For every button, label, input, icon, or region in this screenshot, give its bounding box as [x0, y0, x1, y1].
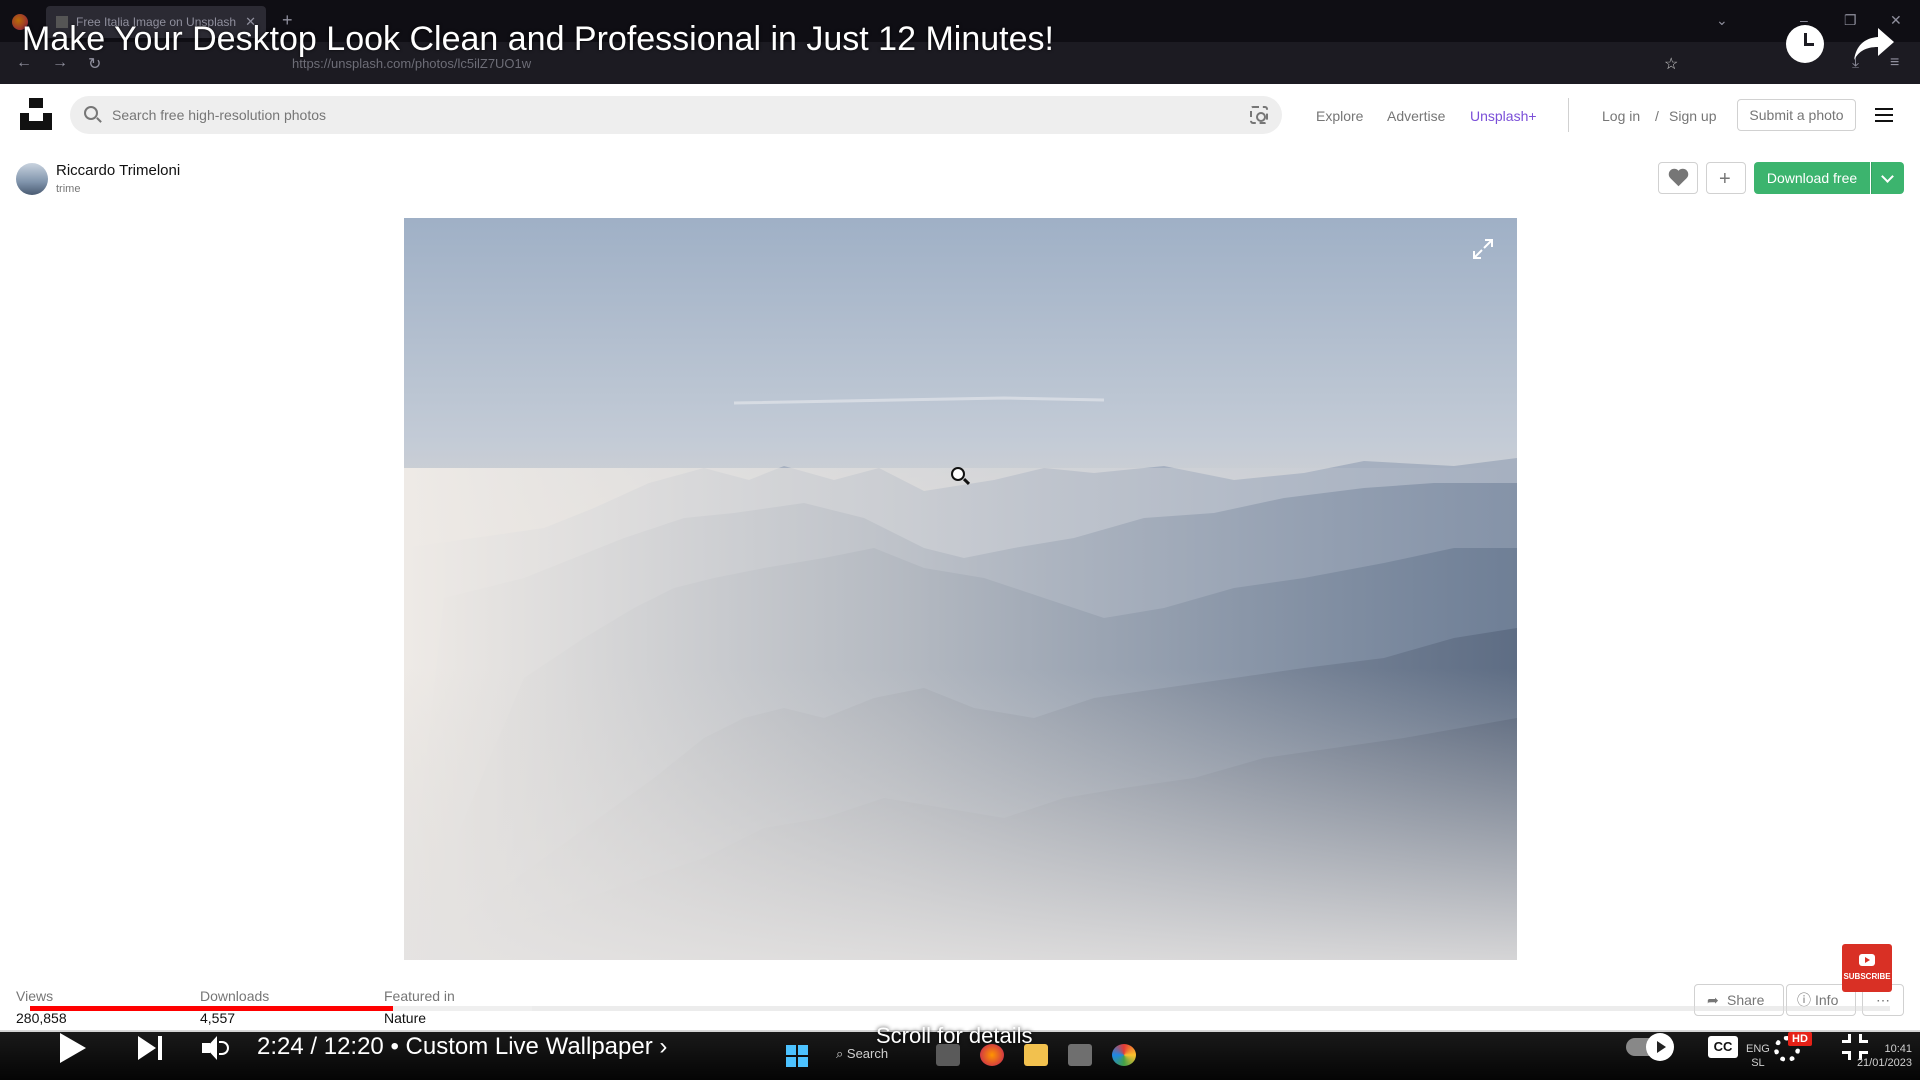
captions-button[interactable]: CC	[1708, 1036, 1738, 1058]
signup-link[interactable]: Sign up	[1669, 108, 1716, 124]
hd-badge: HD	[1788, 1032, 1812, 1046]
visual-search-icon[interactable]	[1250, 106, 1268, 124]
video-title[interactable]: Make Your Desktop Look Clean and Profess…	[22, 20, 1054, 59]
search-input[interactable]	[112, 96, 1212, 134]
volume-icon[interactable]	[202, 1036, 232, 1060]
search-icon	[84, 106, 98, 120]
progress-played	[30, 1006, 393, 1011]
expand-icon[interactable]	[1472, 238, 1494, 260]
system-clock[interactable]: 10:41 21/01/2023	[1852, 1042, 1912, 1070]
next-video-icon[interactable]	[138, 1036, 164, 1060]
hamburger-menu-icon[interactable]	[1875, 108, 1893, 122]
firefox-taskbar-icon[interactable]	[980, 1044, 1004, 1066]
divider	[1568, 98, 1569, 132]
lang-top: ENG	[1746, 1043, 1770, 1055]
search-bar	[70, 96, 1282, 134]
author-handle[interactable]: trime	[56, 183, 80, 195]
nav-advertise[interactable]: Advertise	[1387, 108, 1445, 124]
tab-list-chevron-icon[interactable]: ⌄	[1716, 12, 1728, 29]
download-button[interactable]: Download free	[1754, 162, 1870, 194]
heart-icon	[1670, 170, 1687, 187]
task-view-icon[interactable]	[936, 1044, 960, 1066]
store-icon[interactable]	[1068, 1044, 1092, 1066]
nav-unsplash-plus[interactable]: Unsplash+	[1470, 108, 1537, 124]
downloads-value: 4,557	[200, 1010, 236, 1026]
like-button[interactable]	[1658, 162, 1698, 194]
subscribe-badge[interactable]: SUBSCRIBE	[1842, 944, 1892, 992]
autoplay-toggle[interactable]	[1626, 1033, 1674, 1061]
plus-icon: +	[1719, 168, 1731, 190]
download-options-chevron-icon[interactable]	[1871, 162, 1904, 194]
add-to-collection-button[interactable]: +	[1706, 162, 1746, 194]
unsplash-logo-icon[interactable]	[20, 98, 52, 130]
windows-start-icon[interactable]	[786, 1045, 808, 1067]
youtube-play-icon	[1859, 954, 1875, 966]
share-arrow-icon[interactable]	[1852, 24, 1896, 64]
featured-value[interactable]: Nature	[384, 1010, 426, 1026]
play-button-icon[interactable]	[60, 1033, 86, 1063]
color-app-icon[interactable]	[1112, 1044, 1136, 1066]
subscribe-label: SUBSCRIBE	[1843, 972, 1891, 981]
submit-photo-button[interactable]: Submit a photo	[1737, 99, 1856, 131]
time-display[interactable]: 2:24 / 12:20 • Custom Live Wallpaper ›	[257, 1033, 667, 1061]
featured-label: Featured in	[384, 988, 455, 1004]
avatar[interactable]	[16, 163, 48, 195]
unsplash-header: Explore Advertise Unsplash+ Log in / Sig…	[0, 84, 1920, 148]
file-explorer-icon[interactable]	[1024, 1044, 1048, 1066]
zoom-cursor-icon	[951, 467, 965, 481]
keyboard-language[interactable]: ENG SL	[1746, 1042, 1770, 1070]
clock-date: 21/01/2023	[1856, 1057, 1912, 1069]
main-photo[interactable]	[404, 218, 1517, 960]
watch-later-icon[interactable]	[1786, 25, 1824, 63]
downloads-label: Downloads	[200, 988, 270, 1004]
clock-time: 10:41	[1884, 1043, 1912, 1055]
views-label: Views	[16, 988, 54, 1004]
slash-separator: /	[1655, 108, 1659, 124]
nav-explore[interactable]: Explore	[1316, 108, 1363, 124]
views-value: 280,858	[16, 1010, 67, 1026]
autoplay-play-icon	[1646, 1033, 1674, 1061]
author-name[interactable]: Riccardo Trimeloni	[56, 162, 180, 179]
mountain-landscape-image	[404, 396, 1517, 960]
bookmark-star-icon[interactable]: ☆	[1664, 54, 1678, 74]
taskbar-search-label: Search	[846, 1046, 889, 1061]
share-button[interactable]: ➦ Share	[1694, 984, 1784, 1016]
taskbar-search[interactable]: ⌕ Search	[836, 1046, 888, 1062]
login-link[interactable]: Log in	[1602, 108, 1640, 124]
lang-bottom: SL	[1751, 1057, 1765, 1069]
